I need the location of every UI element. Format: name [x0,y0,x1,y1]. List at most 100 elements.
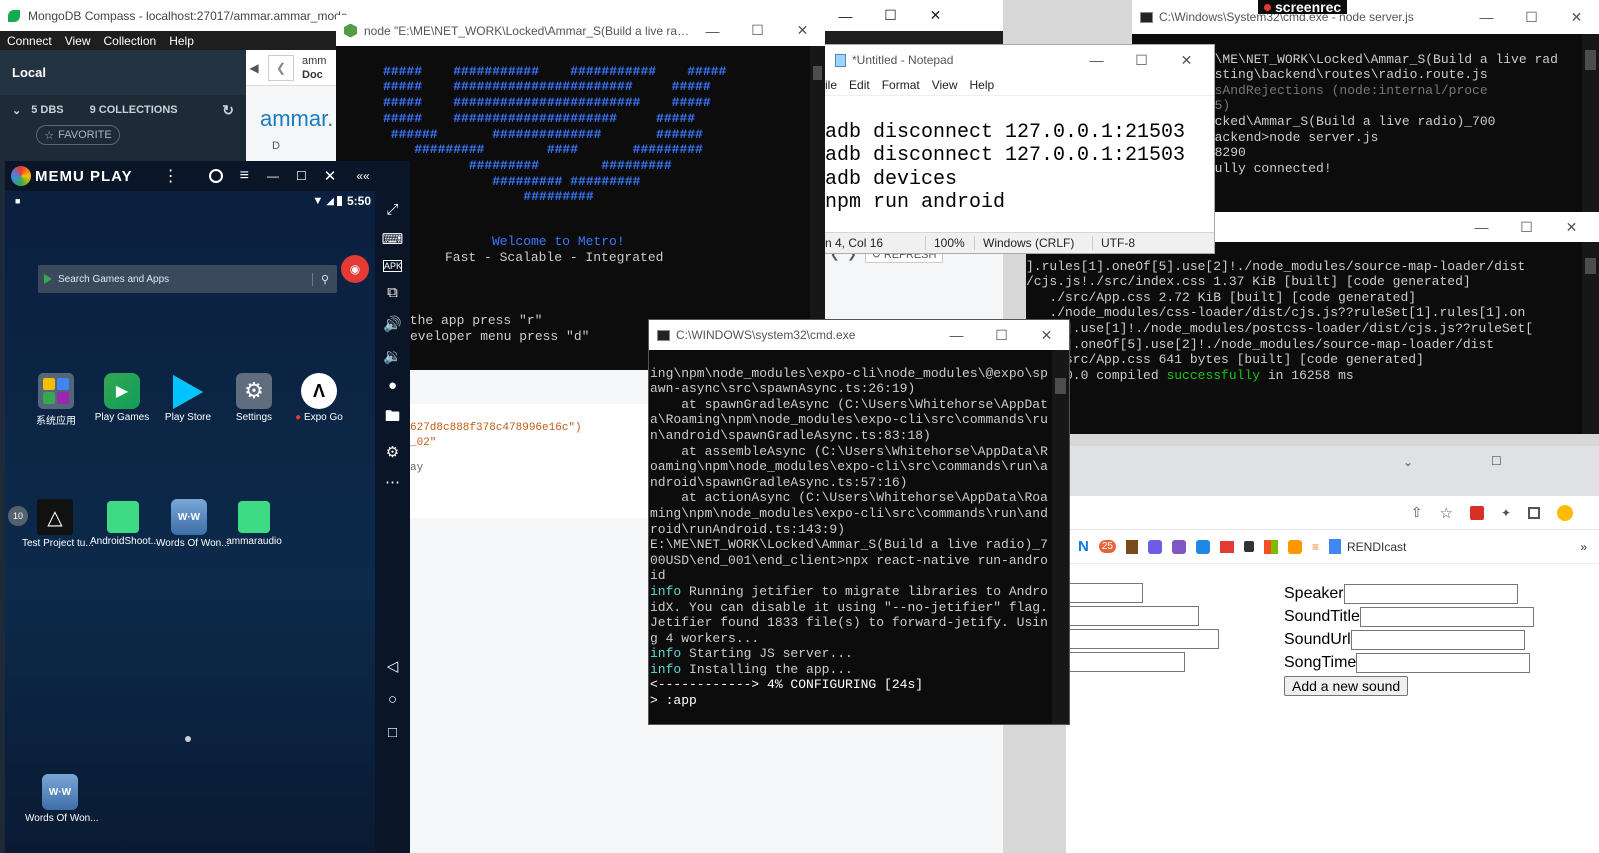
gamepad-icon[interactable]: ◉ [341,255,369,283]
maximize-button[interactable]: ☐ [1504,212,1549,242]
bookmark-icon[interactable] [1219,540,1234,553]
profile-icon[interactable] [1557,504,1573,521]
maximize-button[interactable]: ☐ [735,15,780,46]
add-sound-button[interactable]: Add a new sound [1284,676,1409,696]
bookmark-icon[interactable] [1287,539,1302,554]
location-icon[interactable]: ● [375,377,410,394]
menu-connect[interactable]: Connect [7,34,52,48]
maximize-button[interactable]: ☐ [868,0,913,31]
close-button[interactable]: ✕ [913,0,958,31]
app-settings[interactable]: ⚙ Settings [224,373,284,423]
more-icon[interactable]: ⋯ [375,473,410,491]
docs-icon[interactable] [1328,539,1341,554]
collapse-sidebar-icon[interactable]: «« [356,169,369,183]
minimize-button[interactable]: — [1464,0,1509,34]
account-icon[interactable] [208,169,223,183]
chevron-down-icon[interactable]: ⌄ [12,104,21,117]
minimize-button[interactable]: — [690,15,735,46]
tab-search-icon[interactable]: ⌄ [1403,455,1413,469]
add-window-icon[interactable]: ⧉ [375,284,410,301]
stackoverflow-icon[interactable]: ≡ [1312,540,1319,554]
more-options-icon[interactable]: ⋮ [163,166,179,186]
app-words-of-wonders[interactable]: W·W Words Of Won... [156,499,230,549]
gear-icon[interactable]: ⚙ [375,443,410,461]
app-android-shoot[interactable]: AndroidShoot... [90,499,159,547]
volume-down-icon[interactable]: 🔉 [375,347,410,365]
notepad-editor[interactable]: adb disconnect 127.0.0.1:21503 adb discon… [825,95,1214,232]
bookmark-icon[interactable] [1171,539,1186,554]
close-button[interactable]: ✕ [1024,320,1069,350]
documents-tab[interactable]: Doc [302,68,326,82]
menu-view[interactable]: View [932,78,958,92]
recents-nav-icon[interactable]: □ [375,724,410,741]
minimize-button[interactable]: — [823,0,868,31]
maximize-button[interactable]: ☐ [979,320,1024,350]
maximize-button[interactable]: ☐ [1491,454,1502,468]
soundtitle-input[interactable] [1359,606,1534,627]
windows-icon[interactable] [1263,539,1278,554]
fullscreen-icon[interactable]: ⤢ [375,201,410,218]
minimize-button[interactable]: — [934,320,979,350]
sidepanel-icon[interactable] [1528,506,1540,519]
maximize-button[interactable]: ☐ [1119,45,1164,75]
close-button[interactable]: ✕ [1554,0,1599,34]
scrollbar[interactable] [1582,242,1599,434]
share-icon[interactable]: ⇧ [1411,504,1423,521]
search-icon[interactable]: ⚲ [311,272,337,286]
close-button[interactable]: ✕ [1549,212,1594,242]
menu-help[interactable]: Help [970,78,995,92]
text-field[interactable] [1066,583,1143,603]
menu-view[interactable]: View [65,34,91,48]
text-field[interactable] [1066,652,1185,672]
bookmark-icon[interactable] [1125,539,1138,554]
menu-collection[interactable]: Collection [104,34,157,48]
scrollbar[interactable] [1052,350,1069,724]
menu-edit[interactable]: Edit [849,78,870,92]
puzzle-icon[interactable]: ✦ [1501,506,1511,520]
menu-help[interactable]: Help [169,34,194,48]
bookmark-icon[interactable] [1195,539,1210,554]
app-ammaraudio[interactable]: ammaraudio [221,499,287,547]
bookmark-rendicast[interactable]: RENDIcast [1347,540,1406,554]
menu-icon[interactable]: ≡ [240,167,249,185]
back-nav-icon[interactable]: ◁ [375,657,410,675]
minimize-button[interactable]: — [267,169,279,183]
bookmark-icon[interactable] [1147,539,1162,554]
close-button[interactable]: ✕ [780,15,825,46]
songtime-input[interactable] [1356,652,1531,673]
keyboard-icon[interactable]: ⌨ [375,230,410,248]
app-system[interactable]: 系统应用 [33,373,79,427]
menu-file[interactable]: ile [825,78,837,92]
text-field[interactable] [1066,606,1199,626]
app-expo-go[interactable]: Λ ● Expo Go [289,373,349,423]
app-play-games[interactable]: ▶ Play Games [92,373,152,423]
minimize-button[interactable]: — [1074,45,1119,75]
refresh-icon[interactable]: ↻ [222,102,234,119]
maximize-button[interactable]: ☐ [1509,0,1554,34]
menu-format[interactable]: Format [882,78,920,92]
minimize-button[interactable]: — [1459,212,1504,242]
app-test-project[interactable]: △ Test Project tu... [22,499,94,549]
apk-icon[interactable]: APK [383,260,402,272]
bookmark-n-icon[interactable]: N [1078,538,1089,555]
collection-tab[interactable]: amm [302,54,326,68]
collapse-icon[interactable]: ◀ [246,61,262,75]
search-bar[interactable]: Search Games and Apps ⚲ [38,265,337,293]
home-nav-icon[interactable]: ○ [375,691,410,708]
speaker-input[interactable] [1343,583,1518,604]
close-button[interactable]: ✕ [1164,45,1209,75]
volume-up-icon[interactable]: 🔊 [375,315,410,333]
close-button[interactable]: ✕ [324,167,337,185]
favorite-button[interactable]: ☆ FAVORITE [36,125,120,145]
soundurl-input[interactable] [1350,629,1525,650]
back-icon[interactable]: ❮ [268,54,294,81]
app-play-store[interactable]: Play Store [158,373,218,423]
folder-icon[interactable]: 🖿 [375,406,410,431]
lock-icon[interactable] [1243,541,1254,552]
scrollbar[interactable] [1582,34,1599,215]
text-field[interactable] [1066,629,1219,649]
extension-icon[interactable] [1469,505,1484,520]
bookmark-star-icon[interactable]: ☆ [1439,504,1452,522]
app-words-of-wonders-dock[interactable]: W·W Words Of Won... [25,774,99,824]
more-bookmarks-icon[interactable]: » [1580,540,1587,554]
